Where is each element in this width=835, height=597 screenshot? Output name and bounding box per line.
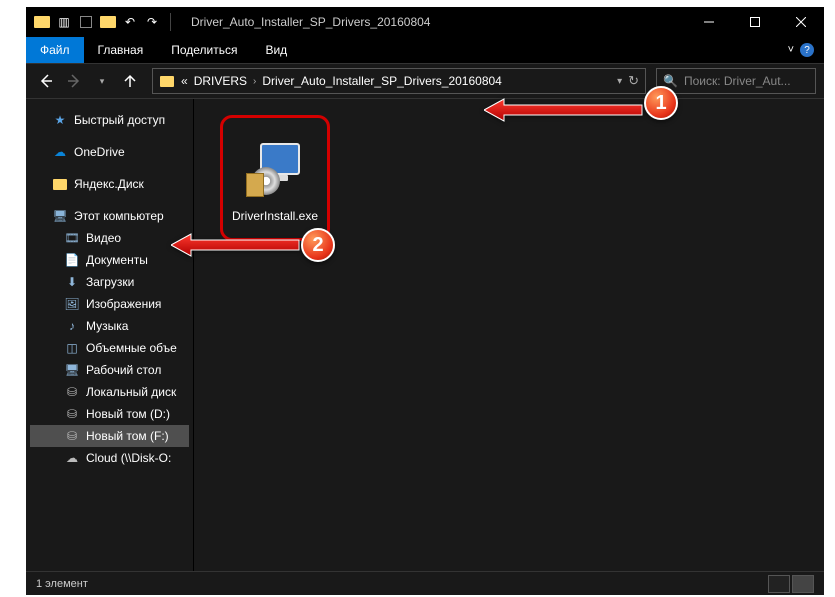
exe-installer-icon	[246, 139, 304, 197]
checkbox-icon[interactable]	[78, 14, 94, 30]
sidebar-item-newvol-d[interactable]: ⛁Новый том (D:)	[30, 403, 189, 425]
music-icon: ♪	[64, 318, 80, 334]
file-view[interactable]: DriverInstall.exe	[194, 99, 824, 571]
sidebar-item-onedrive[interactable]: ☁OneDrive	[30, 141, 189, 163]
details-view-button[interactable]	[768, 575, 790, 593]
star-icon: ★	[52, 112, 68, 128]
sidebar-item-yandexdisk[interactable]: Яндекс.Диск	[30, 173, 189, 195]
back-button[interactable]	[34, 69, 58, 93]
help-icon[interactable]: ?	[800, 43, 814, 57]
sidebar-item-thispc[interactable]: 🖥Этот компьютер	[30, 205, 189, 227]
cube-icon: ◫	[64, 340, 80, 356]
images-icon: 🖼	[64, 296, 80, 312]
titlebar: ▥ ↶ ↷ Driver_Auto_Installer_SP_Drivers_2…	[26, 7, 824, 37]
explorer-window: ▥ ↶ ↷ Driver_Auto_Installer_SP_Drivers_2…	[26, 7, 824, 574]
undo-icon[interactable]: ↶	[122, 14, 138, 30]
address-bar[interactable]: « DRIVERS › Driver_Auto_Installer_SP_Dri…	[152, 68, 646, 94]
folder-app-icon	[34, 14, 50, 30]
netdrive-icon: ☁	[64, 450, 80, 466]
window-title: Driver_Auto_Installer_SP_Drivers_2016080…	[191, 15, 430, 29]
sidebar-item-newvol-f[interactable]: ⛁Новый том (F:)	[30, 425, 189, 447]
redo-icon[interactable]: ↷	[144, 14, 160, 30]
forward-button[interactable]	[62, 69, 86, 93]
nav-bar: ▾ « DRIVERS › Driver_Auto_Installer_SP_D…	[26, 63, 824, 99]
address-dropdown[interactable]: ▾	[617, 76, 622, 87]
share-tab[interactable]: Поделиться	[157, 39, 251, 61]
recent-dropdown[interactable]: ▾	[90, 69, 114, 93]
properties-icon[interactable]: ▥	[56, 14, 72, 30]
sidebar-item-localdisk[interactable]: ⛁Локальный диск	[30, 381, 189, 403]
video-icon: 🎞	[64, 230, 80, 246]
sidebar-item-desktop[interactable]: 🖥Рабочий стол	[30, 359, 189, 381]
drive-icon: ⛁	[64, 384, 80, 400]
cloud-icon: ☁	[52, 144, 68, 160]
file-label: DriverInstall.exe	[232, 209, 318, 223]
file-tab[interactable]: Файл	[26, 37, 84, 63]
breadcrumb-item[interactable]: Driver_Auto_Installer_SP_Drivers_2016080…	[262, 74, 501, 88]
search-input[interactable]: 🔍 Поиск: Driver_Aut...	[656, 68, 816, 94]
minimize-button[interactable]	[686, 7, 732, 37]
breadcrumb-item[interactable]: DRIVERS	[194, 74, 247, 88]
drive-icon: ⛁	[64, 428, 80, 444]
breadcrumb-prefix: «	[181, 74, 188, 88]
navigation-pane: ★Быстрый доступ ☁OneDrive Яндекс.Диск 🖥Э…	[26, 99, 194, 571]
new-folder-icon[interactable]	[100, 14, 116, 30]
ribbon-tabs: Файл Главная Поделиться Вид ˅ ?	[26, 37, 824, 63]
drive-icon: ⛁	[64, 406, 80, 422]
item-count: 1 элемент	[36, 578, 88, 590]
view-tab[interactable]: Вид	[251, 39, 301, 61]
refresh-icon[interactable]: ↻	[628, 73, 639, 89]
sidebar-item-video[interactable]: 🎞Видео	[30, 227, 189, 249]
sidebar-item-cloud[interactable]: ☁Cloud (\\Disk-O:	[30, 447, 189, 469]
up-button[interactable]	[118, 69, 142, 93]
sidebar-item-documents[interactable]: 📄Документы	[30, 249, 189, 271]
status-bar: 1 элемент	[26, 571, 824, 595]
maximize-button[interactable]	[732, 7, 778, 37]
search-placeholder: Поиск: Driver_Aut...	[684, 74, 791, 88]
icons-view-button[interactable]	[792, 575, 814, 593]
home-tab[interactable]: Главная	[84, 39, 158, 61]
chevron-right-icon[interactable]: ›	[253, 76, 256, 87]
ribbon-collapse-icon[interactable]: ˅	[788, 44, 794, 56]
sidebar-item-quickaccess[interactable]: ★Быстрый доступ	[30, 109, 189, 131]
search-icon: 🔍	[663, 74, 678, 88]
sidebar-item-downloads[interactable]: ⬇Загрузки	[30, 271, 189, 293]
file-item-driverinstall[interactable]: DriverInstall.exe	[220, 115, 330, 241]
desktop-icon: 🖥	[64, 362, 80, 378]
downloads-icon: ⬇	[64, 274, 80, 290]
documents-icon: 📄	[64, 252, 80, 268]
pc-icon: 🖥	[52, 208, 68, 224]
folder-icon	[159, 73, 175, 89]
sidebar-item-images[interactable]: 🖼Изображения	[30, 293, 189, 315]
sidebar-item-music[interactable]: ♪Музыка	[30, 315, 189, 337]
close-button[interactable]	[778, 7, 824, 37]
sidebar-item-3dobjects[interactable]: ◫Объемные объе	[30, 337, 189, 359]
folder-icon	[52, 176, 68, 192]
